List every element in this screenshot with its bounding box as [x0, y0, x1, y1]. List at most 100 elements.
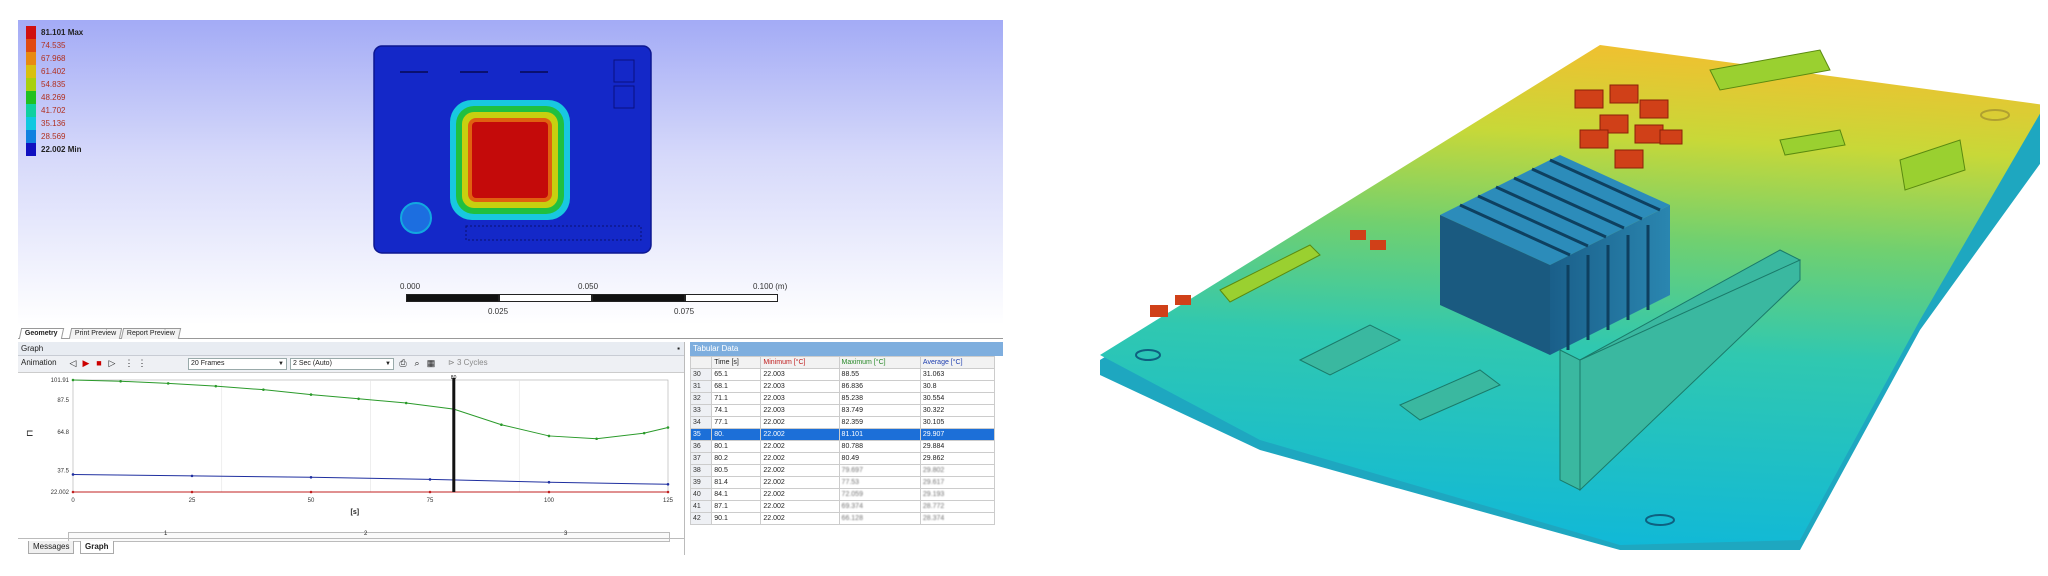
table-cell: 80.1: [711, 440, 762, 453]
table-cell: 80.2: [711, 452, 762, 465]
animation-toolbar: Animation ◁ ▶ ■ ▷ ⋮ ⋮ 20 Frames ▼ 2 Sec (…: [18, 356, 684, 373]
table-row[interactable]: 42 90.1 22.002 66.128 28.374: [690, 512, 996, 525]
column-header[interactable]: Average [°C]: [919, 356, 996, 369]
y-tick-label: 87.5: [57, 398, 69, 404]
tabular-data-pane: Tabular Data Time [s] Minimum [°C] Maximum…: [690, 342, 1003, 555]
cycles-button[interactable]: ⊳ 3 Cycles: [448, 358, 488, 367]
legend-swatch: [26, 65, 36, 78]
temperature-chart[interactable]: 101.91 87.5 64.8 37.5 22.0020 25 50 75 100 125 [s]…: [18, 372, 684, 532]
table-cell: 68.1: [711, 380, 762, 393]
step-back-icon[interactable]: ◁: [68, 358, 78, 369]
tab-messages[interactable]: Messages: [28, 541, 75, 554]
x-tick-label: 125: [663, 498, 674, 504]
table-cell: 34: [690, 416, 713, 429]
table-cell: 29.907: [919, 428, 996, 441]
data-point: [666, 490, 670, 494]
grid-icon[interactable]: ▦: [426, 358, 436, 369]
table-cell: 80.5: [711, 464, 762, 477]
legend-row: 35.136: [26, 117, 83, 130]
table-cell: 82.359: [838, 416, 921, 429]
data-point: [71, 378, 75, 382]
table-cell: 22.003: [760, 380, 840, 393]
legend-label: 48.269: [41, 93, 66, 102]
column-header[interactable]: [690, 356, 713, 369]
step-label: 1: [164, 531, 168, 537]
x-tick-label: 50: [308, 498, 315, 504]
data-point: [404, 401, 408, 405]
table-cell: 87.1: [711, 500, 762, 513]
x-tick-label: 100: [544, 498, 555, 504]
table-row[interactable]: 30 65.1 22.003 88.55 31.063: [690, 368, 996, 381]
legend-swatch: [26, 39, 36, 52]
table-cell: 28.772: [919, 500, 996, 513]
scale-segment: [685, 294, 778, 302]
table-cell: 41: [690, 500, 713, 513]
data-point: [190, 490, 194, 494]
data-point: [119, 379, 122, 383]
scale-label: 0.000: [400, 282, 421, 291]
tab-geometry[interactable]: Geometry: [18, 328, 64, 339]
table-row[interactable]: 32 71.1 22.003 85.238 30.554: [690, 392, 996, 405]
legend-row: 48.269: [26, 91, 83, 104]
column-header[interactable]: Maximum [°C]: [838, 356, 921, 369]
table-cell: 86.836: [838, 380, 921, 393]
table-row[interactable]: 39 81.4 22.002 77.53 29.617: [690, 476, 996, 489]
y-tick-label: 37.5: [57, 468, 69, 474]
table-row[interactable]: 35 80. 22.002 81.101 29.907: [690, 428, 996, 441]
y-tick-label: 101.91: [51, 378, 70, 384]
table-row[interactable]: 38 80.5 22.002 79.697 29.802: [690, 464, 996, 477]
table-cell: 30.554: [919, 392, 996, 405]
table-row[interactable]: 41 87.1 22.002 69.374 28.772: [690, 500, 996, 513]
table-cell: 80.: [711, 428, 762, 441]
x-axis-label: [s]: [351, 509, 360, 516]
column-header[interactable]: Minimum [°C]: [760, 356, 840, 369]
table-row[interactable]: 34 77.1 22.002 82.359 30.105: [690, 416, 996, 429]
geometry-viewport[interactable]: 81.101 Max 74.535 67.968 61.402 54.835 48.269…: [18, 20, 1003, 325]
data-point: [71, 473, 75, 476]
legend-label: 35.136: [41, 119, 66, 128]
table-row[interactable]: 31 68.1 22.003 86.836 30.8: [690, 380, 996, 393]
legend-label: 74.535: [41, 41, 66, 50]
step-forward-icon[interactable]: ▷: [107, 358, 117, 369]
table-cell: 31: [690, 380, 713, 393]
stop-icon[interactable]: ■: [94, 358, 104, 369]
legend-swatch: [26, 26, 36, 39]
data-point: [547, 480, 551, 484]
y-tick-label: 22.002: [51, 490, 70, 496]
table-cell: 90.1: [711, 512, 762, 525]
table-cell: 22.003: [760, 404, 840, 417]
column-header[interactable]: Time [s]: [711, 356, 762, 369]
data-point: [190, 474, 194, 478]
legend-row: 67.968: [26, 52, 83, 65]
play-icon[interactable]: ▶: [81, 358, 91, 369]
legend-swatch: [26, 117, 36, 130]
tab-graph[interactable]: Graph: [80, 541, 114, 554]
data-point: [642, 431, 646, 435]
table-cell: 31.063: [919, 368, 996, 381]
legend-label: 41.702: [41, 106, 66, 115]
legend-row: 28.569: [26, 130, 83, 143]
frames-dropdown[interactable]: 20 Frames ▼: [188, 358, 287, 370]
zoom-icon[interactable]: ⌕: [412, 358, 422, 369]
data-point: [309, 490, 313, 494]
table-row[interactable]: 33 74.1 22.003 83.749 30.322: [690, 404, 996, 417]
table-cell: 22.002: [760, 500, 840, 513]
table-cell: 72.059: [838, 488, 921, 501]
table-row[interactable]: 36 80.1 22.002 80.788 29.884: [690, 440, 996, 453]
table-cell: 36: [690, 440, 713, 453]
table-cell: 29.617: [919, 476, 996, 489]
duration-dropdown[interactable]: 2 Sec (Auto) ▼: [290, 358, 394, 370]
table-cell: 38: [690, 464, 713, 477]
frame-split-icon[interactable]: ⋮: [124, 358, 134, 369]
data-point: [428, 490, 432, 494]
table-row[interactable]: 37 80.2 22.002 80.49 29.862: [690, 452, 996, 465]
pin-icon[interactable]: ▪: [677, 342, 680, 355]
legend-label: 67.968: [41, 54, 66, 63]
tab-report-preview[interactable]: Report Preview: [120, 328, 182, 339]
y-tick-label: 64.8: [57, 430, 69, 436]
table-row[interactable]: 40 84.1 22.002 72.059 29.193: [690, 488, 996, 501]
legend-row: 22.002 Min: [26, 143, 83, 156]
export-icon[interactable]: ⎙: [398, 358, 408, 369]
tab-print-preview[interactable]: Print Preview: [68, 328, 123, 339]
frame-range-icon[interactable]: ⋮: [137, 358, 147, 369]
